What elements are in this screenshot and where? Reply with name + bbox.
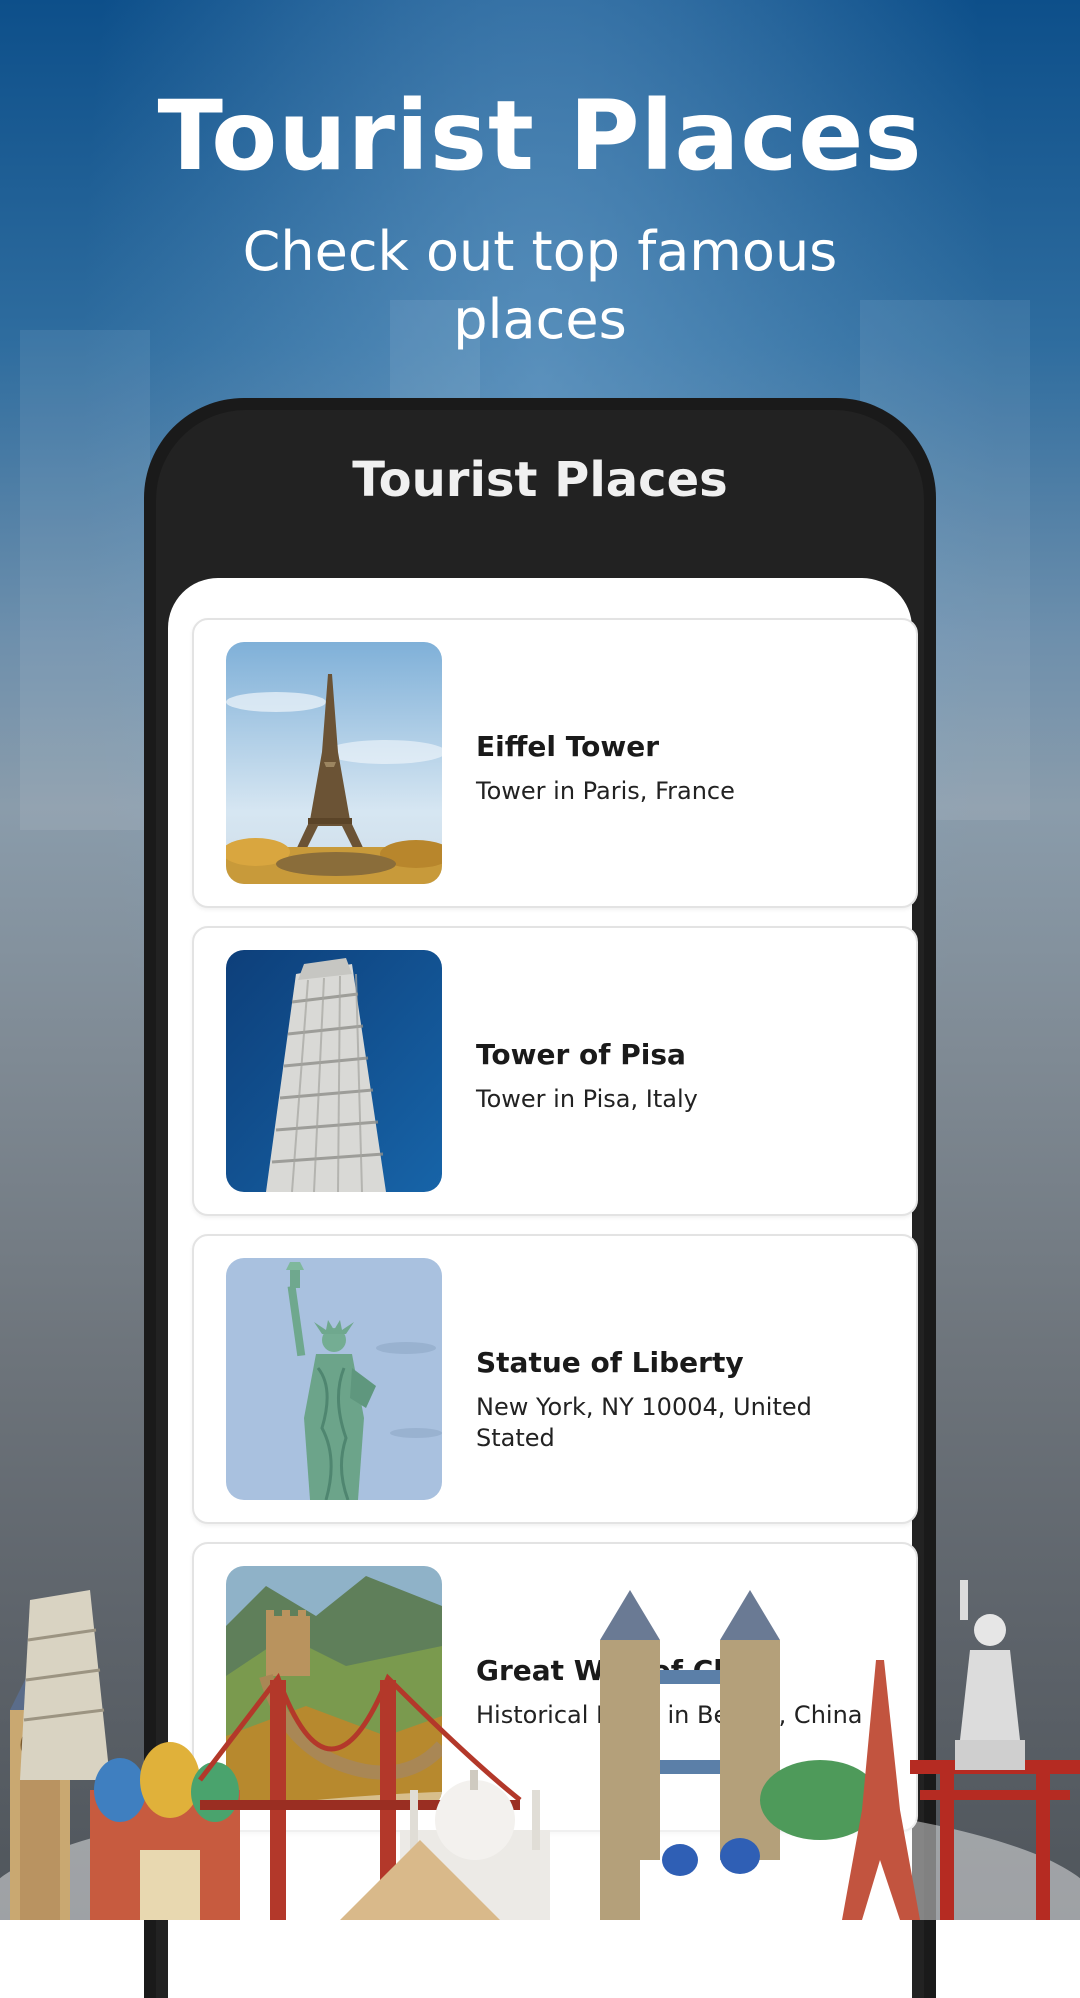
place-card-tower-of-pisa[interactable]: Tower of Pisa Tower in Pisa, Italy	[192, 926, 918, 1216]
place-location: Tower in Pisa, Italy	[476, 1085, 698, 1113]
place-location: Tower in Paris, France	[476, 777, 735, 805]
phone-screen: Tourist Places Eiffel Tower Tower in Par…	[156, 410, 924, 1998]
place-card-eiffel-tower[interactable]: Eiffel Tower Tower in Paris, France	[192, 618, 918, 908]
statue-of-liberty-image	[226, 1258, 442, 1500]
place-card-great-wall-of-china[interactable]: Great Wall of China Historical Place in …	[192, 1542, 918, 1832]
place-location: New York, NY 10004, United Stated	[476, 1393, 812, 1452]
place-name: Statue of Liberty	[476, 1346, 744, 1379]
hero-title: Tourist Places	[157, 80, 923, 192]
place-name: Tower of Pisa	[476, 1038, 686, 1071]
place-card-statue-of-liberty[interactable]: Statue of Liberty New York, NY 10004, Un…	[192, 1234, 918, 1524]
bg-building	[20, 330, 150, 830]
hero-subtitle: Check out top famous places	[242, 220, 838, 351]
app-title: Tourist Places	[352, 452, 728, 508]
great-wall-image	[226, 1566, 442, 1808]
eiffel-tower-image	[226, 642, 442, 884]
place-name: Eiffel Tower	[476, 730, 660, 763]
phone-mockup: Tourist Places Eiffel Tower Tower in Par…	[144, 398, 936, 1998]
place-name: Great Wall of China	[476, 1654, 782, 1687]
places-list: Eiffel Tower Tower in Paris, France Towe…	[168, 578, 918, 1998]
tower-of-pisa-image	[226, 950, 442, 1192]
place-location: Historical Place in Beijing, China	[476, 1701, 863, 1729]
